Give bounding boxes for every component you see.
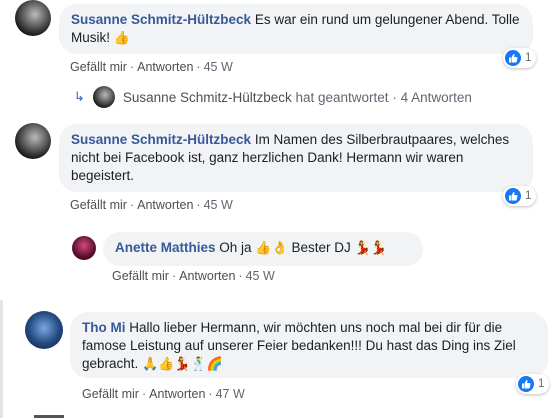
comment-bubble: Susanne Schmitz-Hültzbeck Es war ein run… [59,4,533,54]
thread-divider [0,300,3,418]
reply-arrow-icon: ↳ [74,89,85,104]
thumbs-up-emoji: 👍 [113,30,130,45]
avatar [92,86,115,108]
thumbs-up-icon [505,188,521,204]
comment-text: Oh ja [219,240,252,255]
reply-button[interactable]: Antworten [137,198,193,212]
avatar[interactable] [15,123,51,159]
reaction-count-badge[interactable]: 1 [516,374,550,394]
reply-count: 4 Antworten [400,89,472,105]
comment-author[interactable]: Tho Mi [82,320,126,335]
comment-author[interactable]: Susanne Schmitz-Hültzbeck [71,12,251,27]
comment-bubble: Susanne Schmitz-Hültzbeck Im Namen des S… [59,124,533,192]
like-button[interactable]: Gefällt mir [70,60,127,74]
reaction-count: 1 [525,190,532,202]
thumbs-up-icon [505,50,521,66]
comment-author[interactable]: Susanne Schmitz-Hültzbeck [71,132,251,147]
comment-actions: Gefällt mir · Antworten · 47 W [82,387,245,401]
reply-button[interactable]: Antworten [137,60,193,74]
comment-age[interactable]: 45 W [246,269,275,283]
like-button[interactable]: Gefällt mir [70,198,127,212]
like-button[interactable]: Gefällt mir [82,387,139,401]
comment-actions: Gefällt mir · Antworten · 45 W [112,269,275,283]
reply-author: Susanne Schmitz-Hültzbeck [122,89,292,105]
comment-author[interactable]: Anette Matthies [115,240,216,255]
reply-button[interactable]: Antworten [179,269,235,283]
dancer-emoji: 💃💃 [354,240,387,255]
comment-actions: Gefällt mir · Antworten · 45 W [70,60,233,74]
avatar[interactable] [25,311,63,349]
reaction-count: 1 [538,378,545,390]
thumbs-up-ok-emoji: 👍👌 [255,240,288,255]
reaction-count: 1 [525,52,532,64]
comment-age[interactable]: 45 W [204,60,233,74]
like-button[interactable]: Gefällt mir [112,269,169,283]
thumbs-up-icon [518,376,534,392]
reply-button[interactable]: Antworten [149,387,205,401]
reaction-count-badge[interactable]: 1 [503,48,537,68]
comment-age[interactable]: 45 W [204,198,233,212]
replies-summary[interactable]: ↳ Susanne Schmitz-Hültzbeck hat geantwor… [74,86,472,108]
comment-bubble: Anette Matthies Oh ja 👍👌 Bester DJ 💃💃 [103,232,423,266]
comment-text: Bester DJ [291,240,351,255]
comment-bubble: Tho Mi Hallo lieber Hermann, wir möchten… [70,312,548,378]
comment-age[interactable]: 47 W [216,387,245,401]
reply-action: hat geantwortet [295,89,389,105]
emoji-sequence: 🙏👍💃🕺🌈 [142,356,223,371]
reaction-count-badge[interactable]: 1 [503,186,537,206]
comment-actions: Gefällt mir · Antworten · 45 W [70,198,233,212]
avatar[interactable] [72,236,96,260]
avatar[interactable] [15,0,51,36]
